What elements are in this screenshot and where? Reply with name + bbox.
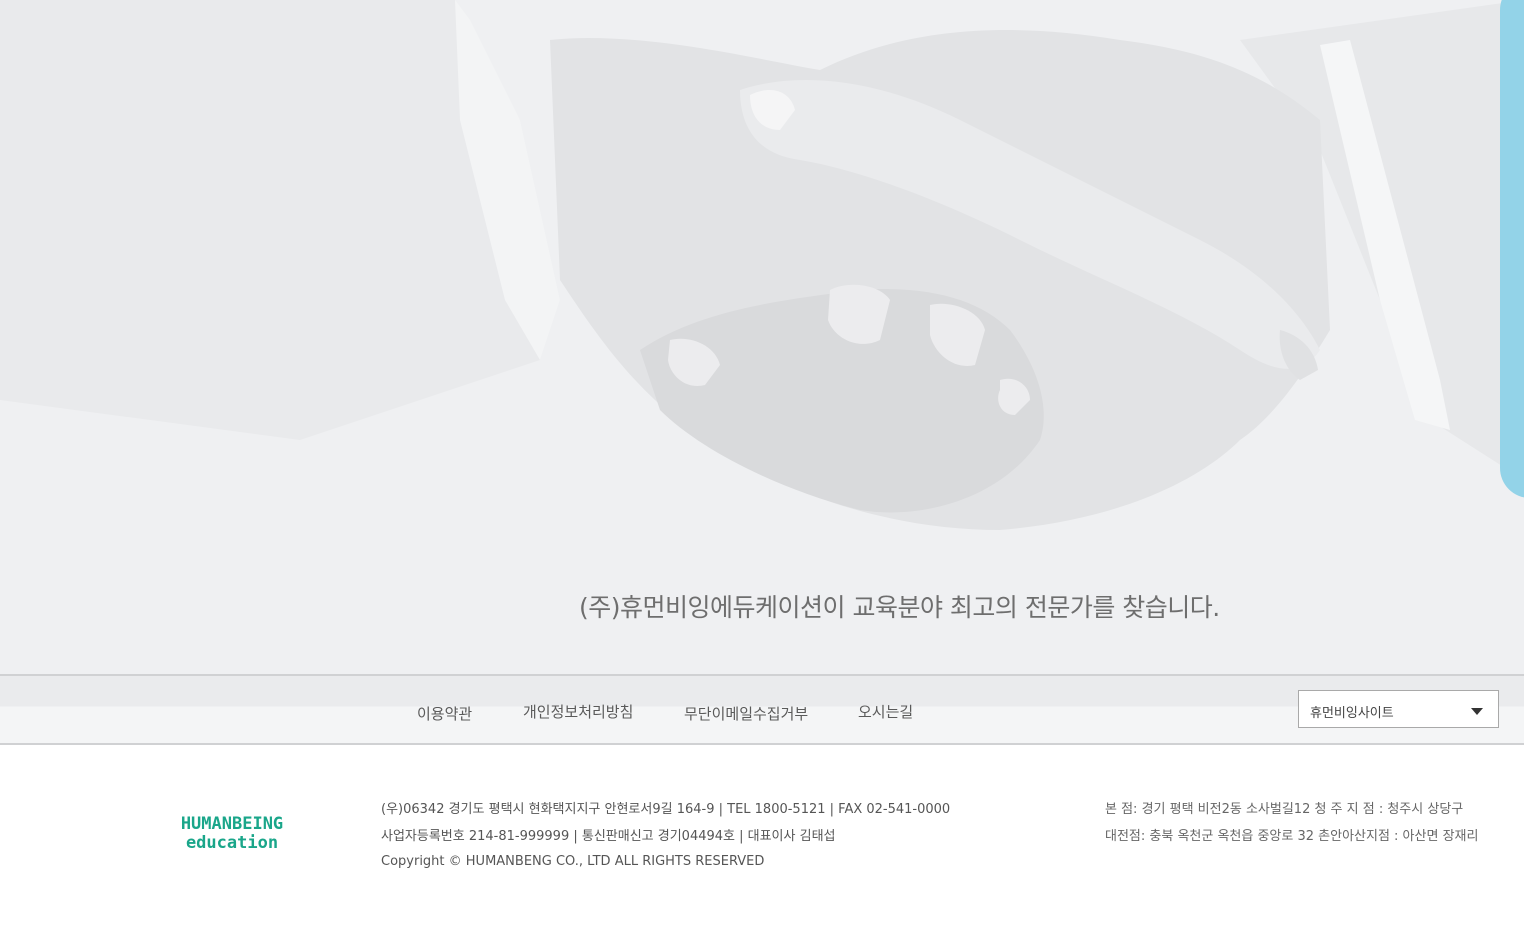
chevron-down-icon <box>1471 708 1483 715</box>
nav-link-terms[interactable]: 이용약관 <box>417 703 472 724</box>
footer-copyright: Copyright © HUMANBENG CO., LTD ALL RIGHT… <box>381 854 765 869</box>
handshake-image <box>0 0 1524 530</box>
nav-link-privacy-policy[interactable]: 개인정보처리방침 <box>523 701 633 722</box>
family-site-select[interactable]: 휴먼비잉사이트 <box>1298 690 1499 728</box>
footer-address: (우)06342 경기도 평택시 현화택지지구 안현로서9길 164-9 | T… <box>381 802 951 817</box>
footer-branch-line-1: 본 점: 경기 평택 비전2동 소사벌길12 청 주 지 점 : 청주시 상당구 <box>1105 802 1464 817</box>
footer-nav-bar: 이용약관 개인정보처리방침 무단이메일수집거부 오시는길 휴먼비잉사이트 <box>0 674 1524 745</box>
footer-branch-line-2: 대전점: 충북 옥천군 옥천읍 중앙로 32 촌안아산지점 : 아산면 장재리 <box>1105 829 1479 844</box>
logo-line-2: education <box>186 833 278 853</box>
humanbeing-logo[interactable]: HUMANBEING education <box>160 813 305 853</box>
nav-link-directions[interactable]: 오시는길 <box>858 701 913 722</box>
site-footer: HUMANBEING education (우)06342 경기도 평택시 현화… <box>0 745 1524 930</box>
logo-line-1: HUMANBEING <box>181 814 283 834</box>
footer-registration: 사업자등록번호 214-81-999999 | 통신판매신고 경기04494호 … <box>381 829 836 844</box>
side-accent-tab[interactable] <box>1500 0 1524 498</box>
hero-tagline: (주)휴먼비잉에듀케이션이 교육분야 최고의 전문가를 찾습니다. <box>579 593 1220 622</box>
hero-banner: (주)휴먼비잉에듀케이션이 교육분야 최고의 전문가를 찾습니다. <box>0 0 1524 674</box>
nav-link-email-refusal[interactable]: 무단이메일수집거부 <box>684 703 808 724</box>
family-site-selected-label: 휴먼비잉사이트 <box>1310 706 1394 721</box>
